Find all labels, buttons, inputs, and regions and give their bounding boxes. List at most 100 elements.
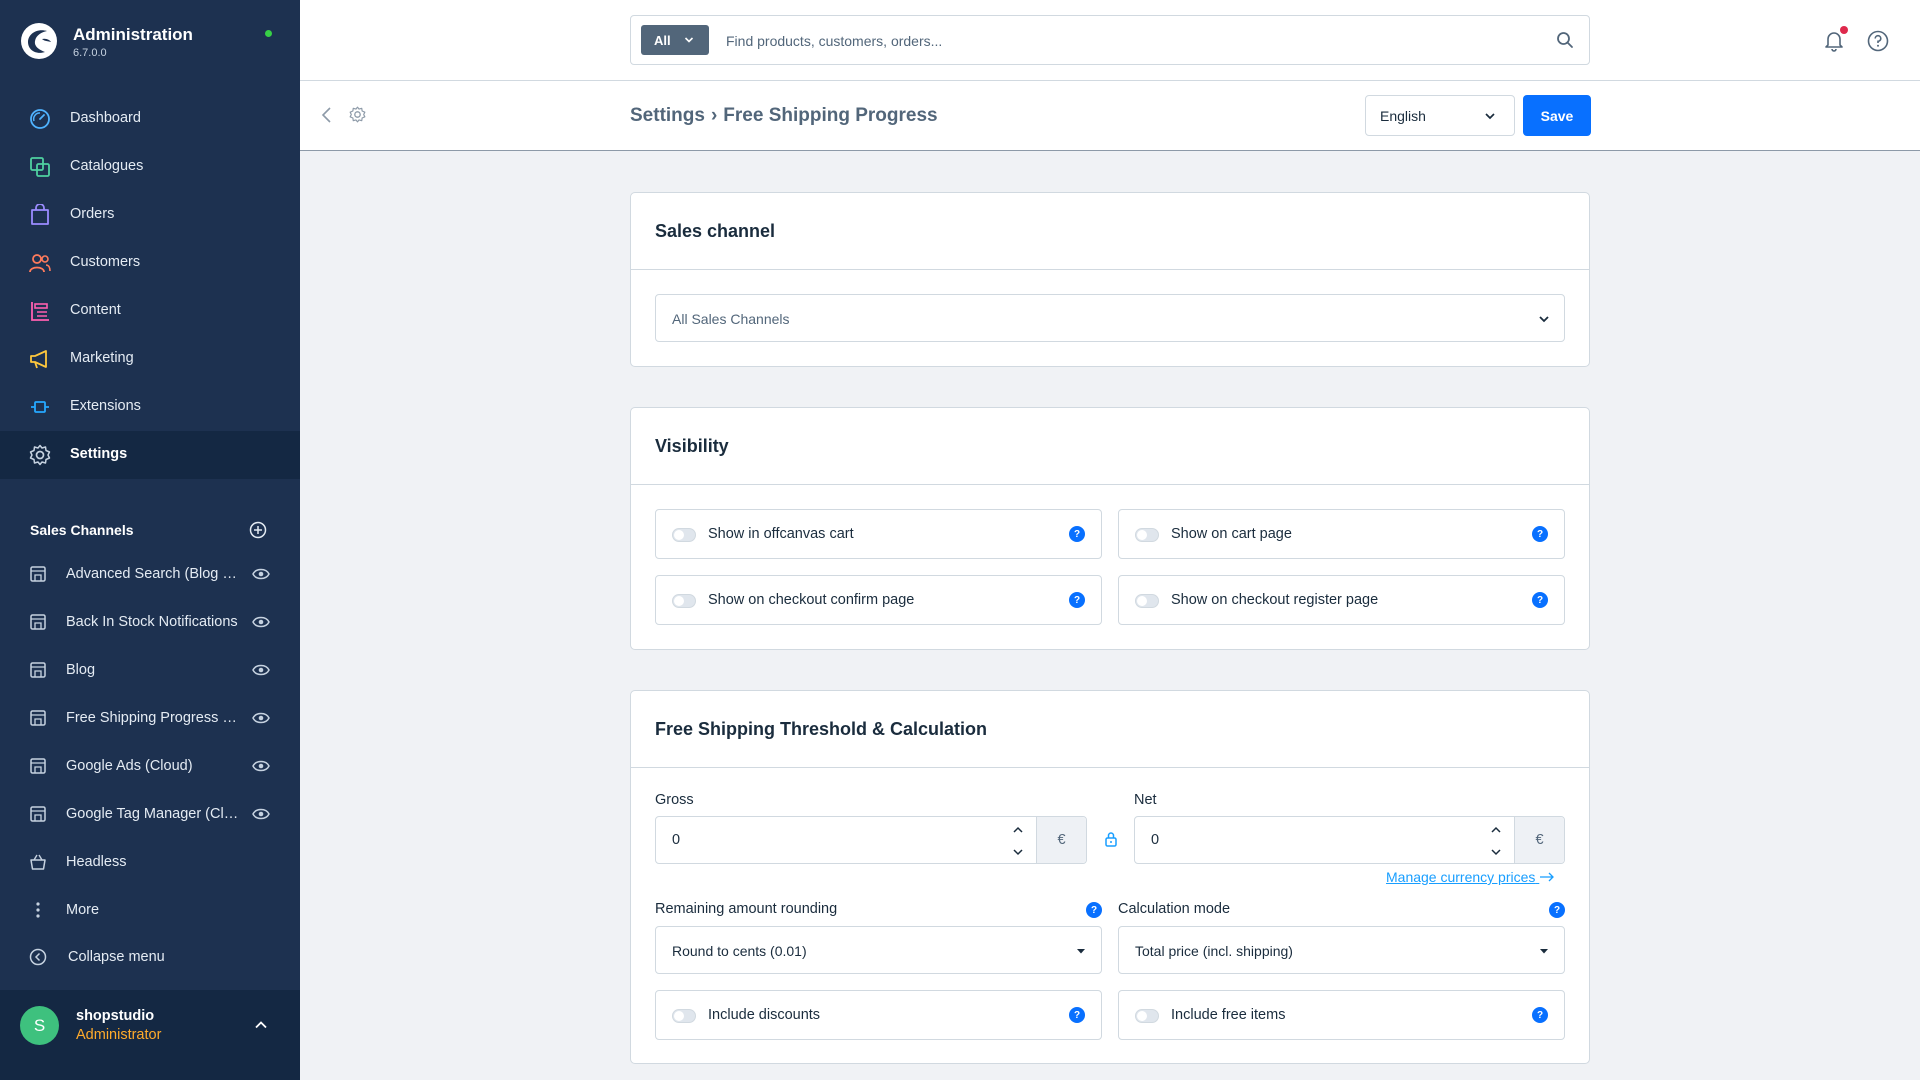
extensions-icon: [31, 401, 49, 413]
eye-icon[interactable]: [252, 759, 270, 773]
sales-channel-select[interactable]: All Sales Channels: [655, 294, 1565, 342]
gear-icon[interactable]: [349, 106, 366, 123]
help-tooltip-icon[interactable]: ?: [1549, 902, 1565, 918]
sales-channel-item[interactable]: Google Ads (Cloud): [0, 743, 300, 791]
breadcrumb-parent[interactable]: Settings: [630, 105, 705, 127]
search-icon[interactable]: [1556, 31, 1574, 49]
eye-icon[interactable]: [252, 711, 270, 725]
nav-item-orders[interactable]: Orders: [0, 191, 300, 239]
notification-badge: [1840, 26, 1848, 34]
sales-channel-item[interactable]: Free Shipping Progress Bar: [0, 695, 300, 743]
storefront-icon: [30, 806, 46, 822]
save-button[interactable]: Save: [1523, 95, 1591, 136]
nav-label: Dashboard: [70, 110, 141, 126]
gross-label: Gross: [655, 792, 694, 808]
number-stepper-icon[interactable]: [1012, 823, 1024, 859]
sales-channel-item[interactable]: Blog: [0, 647, 300, 695]
help-icon[interactable]: [1867, 30, 1889, 52]
user-role: Administrator: [76, 1027, 162, 1043]
net-price-input[interactable]: 0 €: [1134, 816, 1565, 864]
toggle-switch[interactable]: [1135, 528, 1159, 542]
help-tooltip-icon[interactable]: ?: [1532, 526, 1548, 542]
switch-checkout-register[interactable]: Show on checkout register page ?: [1118, 575, 1565, 625]
card-title: Visibility: [655, 436, 729, 456]
switch-include-discounts[interactable]: Include discounts ?: [655, 990, 1102, 1040]
avatar: S: [20, 1006, 59, 1045]
toggle-switch[interactable]: [672, 1009, 696, 1023]
page-title: Free Shipping Progress: [723, 105, 938, 126]
collapse-menu-button[interactable]: Collapse menu: [0, 934, 300, 982]
nav-item-content[interactable]: Content: [0, 287, 300, 335]
chevron-down-icon: [1485, 113, 1495, 120]
user-name: shopstudio: [76, 1008, 155, 1024]
gross-price-input[interactable]: 0 €: [655, 816, 1087, 864]
switch-offcanvas-cart[interactable]: Show in offcanvas cart ?: [655, 509, 1102, 559]
user-menu[interactable]: S shopstudio Administrator: [0, 990, 300, 1080]
eye-icon[interactable]: [252, 663, 270, 677]
switch-label: Show on checkout confirm page: [708, 592, 915, 608]
switch-include-free-items[interactable]: Include free items ?: [1118, 990, 1565, 1040]
add-sales-channel-icon[interactable]: [249, 521, 267, 539]
toggle-switch[interactable]: [672, 528, 696, 542]
sales-channel-item[interactable]: Advanced Search (Blog + Wishlist): [0, 551, 300, 599]
collapse-label: Collapse menu: [68, 949, 165, 965]
switch-label: Show on cart page: [1171, 526, 1292, 542]
eye-icon[interactable]: [252, 615, 270, 629]
sidebar: Administration 6.7.0.0 Dashboard Catalog…: [0, 0, 300, 1080]
nav-item-catalogues[interactable]: Catalogues: [0, 143, 300, 191]
lock-icon[interactable]: [1104, 831, 1118, 847]
sales-channel-item[interactable]: Google Tag Manager (Cloud): [0, 791, 300, 839]
nav-item-marketing[interactable]: Marketing: [0, 335, 300, 383]
language-select[interactable]: English: [1365, 95, 1515, 136]
help-tooltip-icon[interactable]: ?: [1086, 902, 1102, 918]
toggle-switch[interactable]: [672, 594, 696, 608]
switch-label: Show in offcanvas cart: [708, 526, 854, 542]
storefront-icon: [30, 662, 46, 678]
card-title: Sales channel: [655, 221, 776, 241]
select-value: All Sales Channels: [672, 311, 790, 327]
nav-item-dashboard[interactable]: Dashboard: [0, 95, 300, 143]
currency-suffix: €: [1514, 817, 1564, 863]
search-input[interactable]: [726, 28, 1526, 54]
sales-channel-item[interactable]: Back In Stock Notifications: [0, 599, 300, 647]
help-tooltip-icon[interactable]: ?: [1532, 1007, 1548, 1023]
storefront-icon: [30, 710, 46, 726]
rounding-label: Remaining amount rounding: [655, 901, 838, 917]
sales-channel-item[interactable]: Headless: [0, 839, 300, 887]
sales-channel-label: Free Shipping Progress Bar: [66, 710, 241, 726]
catalogues-icon: [30, 157, 50, 177]
rounding-select[interactable]: Round to cents (0.01): [655, 926, 1102, 974]
nav-item-extensions[interactable]: Extensions: [0, 383, 300, 431]
card-header: Free Shipping Threshold & Calculation: [631, 691, 1589, 768]
nav-item-customers[interactable]: Customers: [0, 239, 300, 287]
toggle-switch[interactable]: [1135, 1009, 1159, 1023]
back-arrow-icon[interactable]: [320, 106, 334, 124]
help-tooltip-icon[interactable]: ?: [1069, 1007, 1085, 1023]
switch-checkout-confirm[interactable]: Show on checkout confirm page ?: [655, 575, 1102, 625]
marketing-icon: [30, 350, 47, 369]
app-title: Administration: [73, 25, 193, 44]
card-header: Visibility: [631, 408, 1589, 485]
toggle-switch[interactable]: [1135, 594, 1159, 608]
more-sales-channels[interactable]: More: [0, 887, 300, 935]
calculation-mode-select[interactable]: Total price (incl. shipping): [1118, 926, 1565, 974]
select-value: Total price (incl. shipping): [1135, 943, 1293, 959]
number-stepper-icon[interactable]: [1490, 823, 1502, 859]
search-type-label: All: [654, 33, 671, 48]
eye-icon[interactable]: [252, 807, 270, 821]
help-tooltip-icon[interactable]: ?: [1532, 592, 1548, 608]
arrow-right-icon: [1540, 872, 1555, 882]
nav-label: Content: [70, 302, 121, 318]
switch-label: Show on checkout register page: [1171, 592, 1379, 608]
search-type-dropdown[interactable]: All: [641, 25, 709, 55]
help-tooltip-icon[interactable]: ?: [1069, 592, 1085, 608]
caret-down-icon: [1077, 949, 1085, 954]
threshold-card: Free Shipping Threshold & Calculation Gr…: [630, 690, 1590, 1064]
eye-icon[interactable]: [252, 567, 270, 581]
nav-item-settings[interactable]: Settings: [0, 431, 300, 479]
manage-currency-prices-link[interactable]: Manage currency prices: [1386, 869, 1555, 885]
help-tooltip-icon[interactable]: ?: [1069, 526, 1085, 542]
sales-channel-label: Back In Stock Notifications: [66, 614, 238, 630]
switch-cart-page[interactable]: Show on cart page ?: [1118, 509, 1565, 559]
chevron-up-icon[interactable]: [254, 1018, 268, 1032]
